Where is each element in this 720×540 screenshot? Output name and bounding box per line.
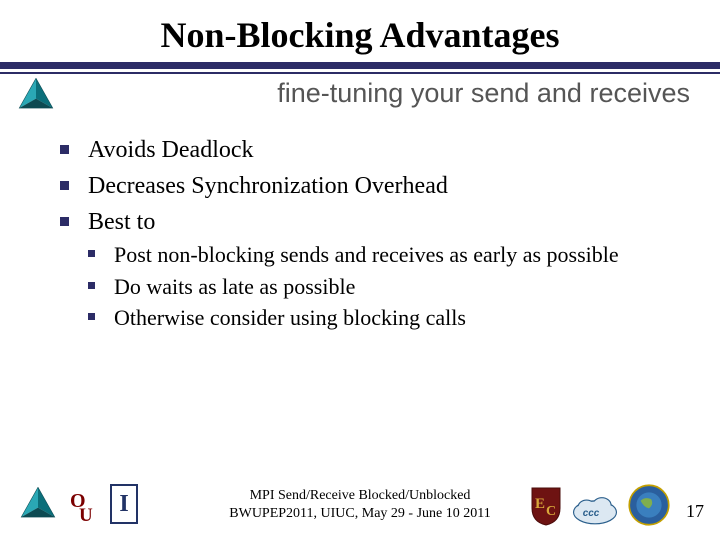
sub-bullet-item: Otherwise consider using blocking calls [88,304,672,332]
bullet-text: Decreases Synchronization Overhead [88,173,448,199]
page-number: 17 [686,501,704,522]
svg-text:E: E [535,496,545,512]
ec-shield-logo-icon: E C [530,486,562,526]
globe-seal-logo-icon [628,484,670,526]
footer-logos-right: E C ccc [530,484,670,526]
slide-subtitle: fine-tuning your send and receives [277,78,690,109]
ou-logo-icon: O U [68,484,98,524]
footer-caption: MPI Send/Receive Blocked/Unblocked BWUPE… [229,487,490,522]
footer-line-1: MPI Send/Receive Blocked/Unblocked [229,487,490,505]
title-rule [0,62,720,74]
ccc-cloud-logo-icon: ccc [572,494,618,526]
bullet-item: Decreases Synchronization Overhead [60,171,672,201]
bullet-text: Do waits as late as possible [114,274,355,299]
footer-logos-left: O U I [20,484,138,524]
illinois-logo-icon: I [110,484,138,524]
prism-icon [18,78,54,115]
header: Non-Blocking Advantages [0,0,720,56]
illinois-letter: I [119,491,128,518]
svg-text:ccc: ccc [583,508,600,519]
footer: O U I MPI Send/Receive Blocked/Unblocked… [0,468,720,530]
bullet-text: Otherwise consider using blocking calls [114,305,466,330]
prism-icon [20,487,56,524]
bullet-text: Post non-blocking sends and receives as … [114,242,619,267]
slide: Non-Blocking Advantages fine-tuning your… [0,0,720,540]
sub-bullet-item: Do waits as late as possible [88,273,672,301]
slide-title: Non-Blocking Advantages [0,14,720,56]
bullet-text: Best to [88,209,155,235]
svg-text:C: C [546,504,556,519]
footer-line-2: BWUPEP2011, UIUC, May 29 - June 10 2011 [229,505,490,523]
svg-text:U: U [79,505,93,524]
content-body: Avoids Deadlock Decreases Synchronizatio… [60,135,672,338]
bullet-item: Best to Post non-blocking sends and rece… [60,207,672,332]
bullet-text: Avoids Deadlock [88,137,254,163]
sub-bullet-item: Post non-blocking sends and receives as … [88,241,672,269]
bullet-item: Avoids Deadlock [60,135,672,165]
